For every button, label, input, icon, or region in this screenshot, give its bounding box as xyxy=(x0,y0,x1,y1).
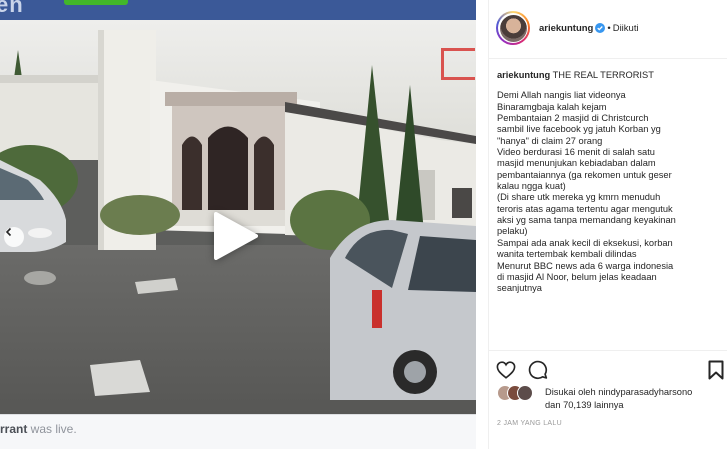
header-author-line: ariekuntung • Diikuti xyxy=(539,23,639,36)
facebook-live-footer: rrant was live. xyxy=(0,414,476,449)
post-actions-bar xyxy=(489,350,727,387)
comment-bubble-icon xyxy=(528,360,548,380)
red-highlight-box xyxy=(441,48,475,80)
caption-line: Demi Allah nangis liat videonya xyxy=(497,90,626,101)
caption-line: Video berdurasi 16 menit di salah satu xyxy=(497,147,655,158)
chevron-left-icon xyxy=(5,227,12,237)
caption-line: wanita tertembak kembali dilindas xyxy=(497,249,637,260)
play-icon xyxy=(214,212,258,260)
avatar-image xyxy=(499,14,527,42)
likes-count[interactable]: dan 70,139 lainnya xyxy=(545,399,624,412)
post-media[interactable]: en rrant was live. xyxy=(0,0,488,449)
liked-by-line: Disukai oleh nindyparasadyharsono xyxy=(545,386,692,399)
media-right-margin xyxy=(476,0,488,449)
follow-status-button[interactable]: Diikuti xyxy=(613,23,639,34)
caption-title: THE REAL TERRORIST xyxy=(552,70,654,80)
caption-line: Binaramgbaja kalah kejam xyxy=(497,101,607,112)
was-live-suffix: was live. xyxy=(27,422,77,436)
post-header: ariekuntung • Diikuti xyxy=(489,0,727,59)
caption-line: pelaku) xyxy=(497,226,528,237)
save-button[interactable] xyxy=(705,359,727,381)
verified-badge-icon xyxy=(595,23,606,36)
heart-icon xyxy=(496,361,516,379)
caption-line: teroris atas agama tertentu agar mengutu… xyxy=(497,203,673,214)
caption-line: (Di share utk mereka yg kmrn menuduh xyxy=(497,192,661,203)
liker-avatars xyxy=(497,385,541,401)
caption-line: sambil live facebook yg jatuh Korban yg xyxy=(497,124,661,135)
author-username[interactable]: ariekuntung xyxy=(539,23,593,34)
caption-username[interactable]: ariekuntung xyxy=(497,70,550,80)
caption-line: "hanya" di claim 27 orang xyxy=(497,135,603,146)
bookmark-icon xyxy=(708,360,724,380)
caption-line: seanjutnya xyxy=(497,283,542,294)
live-author-name: rrant xyxy=(0,422,28,436)
post-caption: ariekuntung THE REAL TERRORIST Demi Alla… xyxy=(497,70,723,352)
caption-line: Pembantaian 2 masjid di Christcurch xyxy=(497,113,649,124)
caption-line: Sampai ada anak kecil di eksekusi, korba… xyxy=(497,237,673,248)
facebook-logo-text: en xyxy=(0,0,24,17)
author-avatar[interactable] xyxy=(496,11,530,45)
facebook-header-button xyxy=(64,0,128,5)
liked-by-prefix: Disukai oleh xyxy=(545,387,599,397)
like-button[interactable] xyxy=(495,359,517,381)
caption-line: aksi yg sama tanpa memandang keyakinan xyxy=(497,215,676,226)
liker-avatar xyxy=(517,385,533,401)
previous-media-button[interactable] xyxy=(4,227,24,247)
caption-line: kalau ngga kuat) xyxy=(497,181,566,192)
video-frame[interactable] xyxy=(0,20,476,414)
separator-dot: • xyxy=(607,23,611,34)
facebook-header-bar: en xyxy=(0,0,476,20)
post-timestamp: 2 JAM YANG LALU xyxy=(497,420,562,427)
caption-line: masjid menunjukan kebiadaban dalam xyxy=(497,158,656,169)
comment-button[interactable] xyxy=(527,359,549,381)
likes-section: Disukai oleh nindyparasadyharsono dan 70… xyxy=(497,384,725,418)
caption-line: di masjid Al Noor, belum jelas keadaan xyxy=(497,271,657,282)
caption-line: pembantaiannya (ga rekomen untuk geser xyxy=(497,169,672,180)
caption-line: Menurut BBC news ada 6 warga indonesia xyxy=(497,260,674,271)
play-button[interactable] xyxy=(210,210,266,266)
post-side-panel: ariekuntung • Diikuti ariekuntung THE REAL… xyxy=(488,0,727,449)
was-live-text: rrant was live. xyxy=(0,422,77,436)
avatar-ring-gap xyxy=(498,13,528,43)
caption-header: ariekuntung THE REAL TERRORIST xyxy=(497,70,723,81)
first-liker-username[interactable]: nindyparasadyharsono xyxy=(598,387,692,397)
